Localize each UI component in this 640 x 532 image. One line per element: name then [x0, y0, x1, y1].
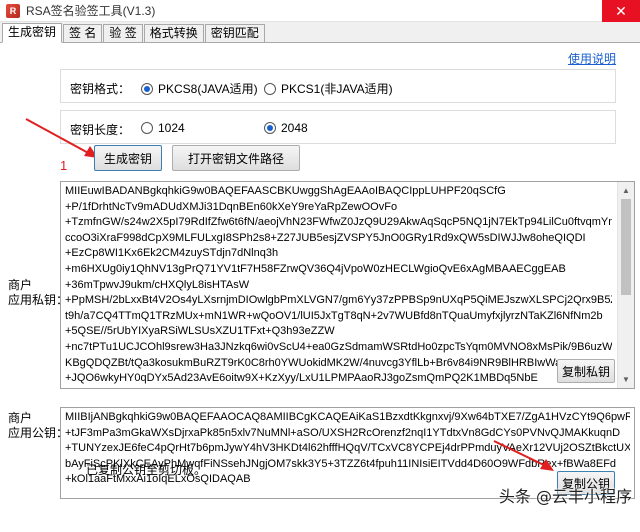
scroll-thumb[interactable]: [621, 199, 631, 295]
radio-indicator: [264, 122, 276, 134]
private-key-scrollbar[interactable]: ▲ ▼: [617, 182, 634, 388]
annotation-number: 1: [60, 158, 68, 173]
key-text-line: t9h/a7CQ4TTmQ1TRzMUx+mN1WR+wQoOV1/lUI5Jx…: [65, 309, 603, 322]
public-key-label: 商户 应用公钥：: [8, 411, 68, 441]
private-key-textarea[interactable]: MIIEuwIBADANBgkqhkiG9w0BAQEFAASCBKUwggSh…: [60, 181, 635, 389]
radio-indicator: [141, 82, 153, 95]
key-text-line: KBgQDQZBt/tQa3kosukmBuRZT9rK0C8rh0YWUoki…: [65, 356, 567, 369]
key-text-line: MIIEuwIBADANBgkqhkiG9w0BAQEFAASCBKUwggSh…: [65, 185, 506, 197]
key-text-line: MIIBIjANBgkqhkiG9w0BAQEFAAOCAQ8AMIIBCgKC…: [65, 411, 630, 423]
tab-format-convert[interactable]: 格式转换: [143, 24, 204, 42]
help-link[interactable]: 使用说明: [568, 50, 616, 67]
open-key-path-button[interactable]: 打开密钥文件路径: [172, 145, 300, 171]
key-length-group: 密钥长度： 1024 2048: [60, 110, 616, 144]
radio-pkcs8-label: PKCS8(JAVA适用): [158, 82, 258, 96]
key-text-line: +JQO6wkyHY0qDYx5Ad23AvE6oitw9X+KzXyy/LxU…: [65, 372, 538, 385]
public-key-label-line1: 商户: [8, 411, 33, 425]
app-icon: R: [6, 3, 20, 18]
status-message: 已复制公钥至剪切板。: [86, 463, 207, 477]
radio-2048[interactable]: 2048: [264, 121, 308, 135]
radio-pkcs8[interactable]: PKCS8(JAVA适用): [141, 80, 258, 97]
private-key-label: 商户 应用私钥：: [8, 278, 68, 308]
key-text-line: +TzmfnGW/s24w2X5pI79RdIfZfw6t6fN/aeojVhN…: [65, 216, 612, 229]
tab-generate-key[interactable]: 生成密钥: [2, 23, 63, 43]
watermark: 头条 @云丰小程序: [498, 487, 632, 506]
private-key-label-line2: 应用私钥：: [8, 293, 69, 307]
radio-indicator: [264, 82, 276, 95]
public-key-label-line2: 应用公钥：: [8, 426, 69, 440]
tab-strip: 生成密钥 签 名 验 签 格式转换 密钥匹配: [0, 23, 640, 43]
copy-private-key-button[interactable]: 复制私钥: [557, 359, 615, 383]
key-format-label: 密钥格式：: [70, 82, 131, 96]
scroll-up-icon[interactable]: ▲: [618, 182, 634, 199]
key-text-line: ccoO3iXraF998dCpX9MLFULxgI8SPh2s8+Z27JUB…: [65, 231, 586, 244]
key-text-line: +EzCp8WI1Kx6Ek2CM4zuySTdjn7dNlnq3h: [65, 247, 279, 260]
close-button[interactable]: ✕: [602, 0, 640, 22]
generate-key-panel: 使用说明 密钥格式： PKCS8(JAVA适用) PKCS1(非JAVA适用) …: [0, 43, 640, 532]
key-text-line: /ox5fSBIGuaSBo1Ne/aD9nQKBgQCn3q6Jnd93/n7…: [65, 387, 612, 389]
radio-pkcs1[interactable]: PKCS1(非JAVA适用): [264, 80, 393, 97]
radio-1024-label: 1024: [158, 121, 185, 135]
radio-2048-label: 2048: [281, 121, 308, 135]
title-bar: R RSA签名验签工具(V1.3) ✕: [0, 0, 640, 22]
tab-verify[interactable]: 验 签: [103, 24, 143, 42]
radio-1024[interactable]: 1024: [141, 121, 185, 135]
tab-sign[interactable]: 签 名: [63, 24, 103, 42]
tab-key-match[interactable]: 密钥匹配: [204, 24, 265, 42]
radio-pkcs1-label: PKCS1(非JAVA适用): [281, 82, 393, 96]
key-text-line: +PpMSH/2bLxxBt4V2Os4yLXsrnjmDIOwlgbPmXLV…: [65, 294, 612, 307]
private-key-label-line1: 商户: [8, 278, 33, 292]
key-text-line: +m6HXUg0iy1QhNV13gPrQ71YV1tF7H58FZrwQV36…: [65, 262, 566, 275]
key-text-line: +P/1fDrhtNcTv9mADUdXMJi31DqnBEn60kXeY9re…: [65, 200, 398, 213]
key-text-line: +nc7tPTu1UCJCOhl9srew3Ha3JNzkq6wi0vScU4+…: [65, 340, 612, 353]
radio-indicator: [141, 122, 153, 134]
scroll-down-icon[interactable]: ▼: [618, 371, 634, 388]
window-title: RSA签名验签工具(V1.3): [26, 4, 156, 18]
key-text-line: +5QSE//5rUbYIXyaRSiWLSUsXZU1TFxt+Q3h93eZ…: [65, 325, 335, 338]
annotation-arrow-copy: [493, 440, 554, 471]
generate-key-button[interactable]: 生成密钥: [94, 145, 162, 171]
key-text-line: +36mTpwvJ9ukm/cHXQlyL8isHTAsW: [65, 278, 250, 291]
key-format-group: 密钥格式： PKCS8(JAVA适用) PKCS1(非JAVA适用): [60, 69, 616, 103]
